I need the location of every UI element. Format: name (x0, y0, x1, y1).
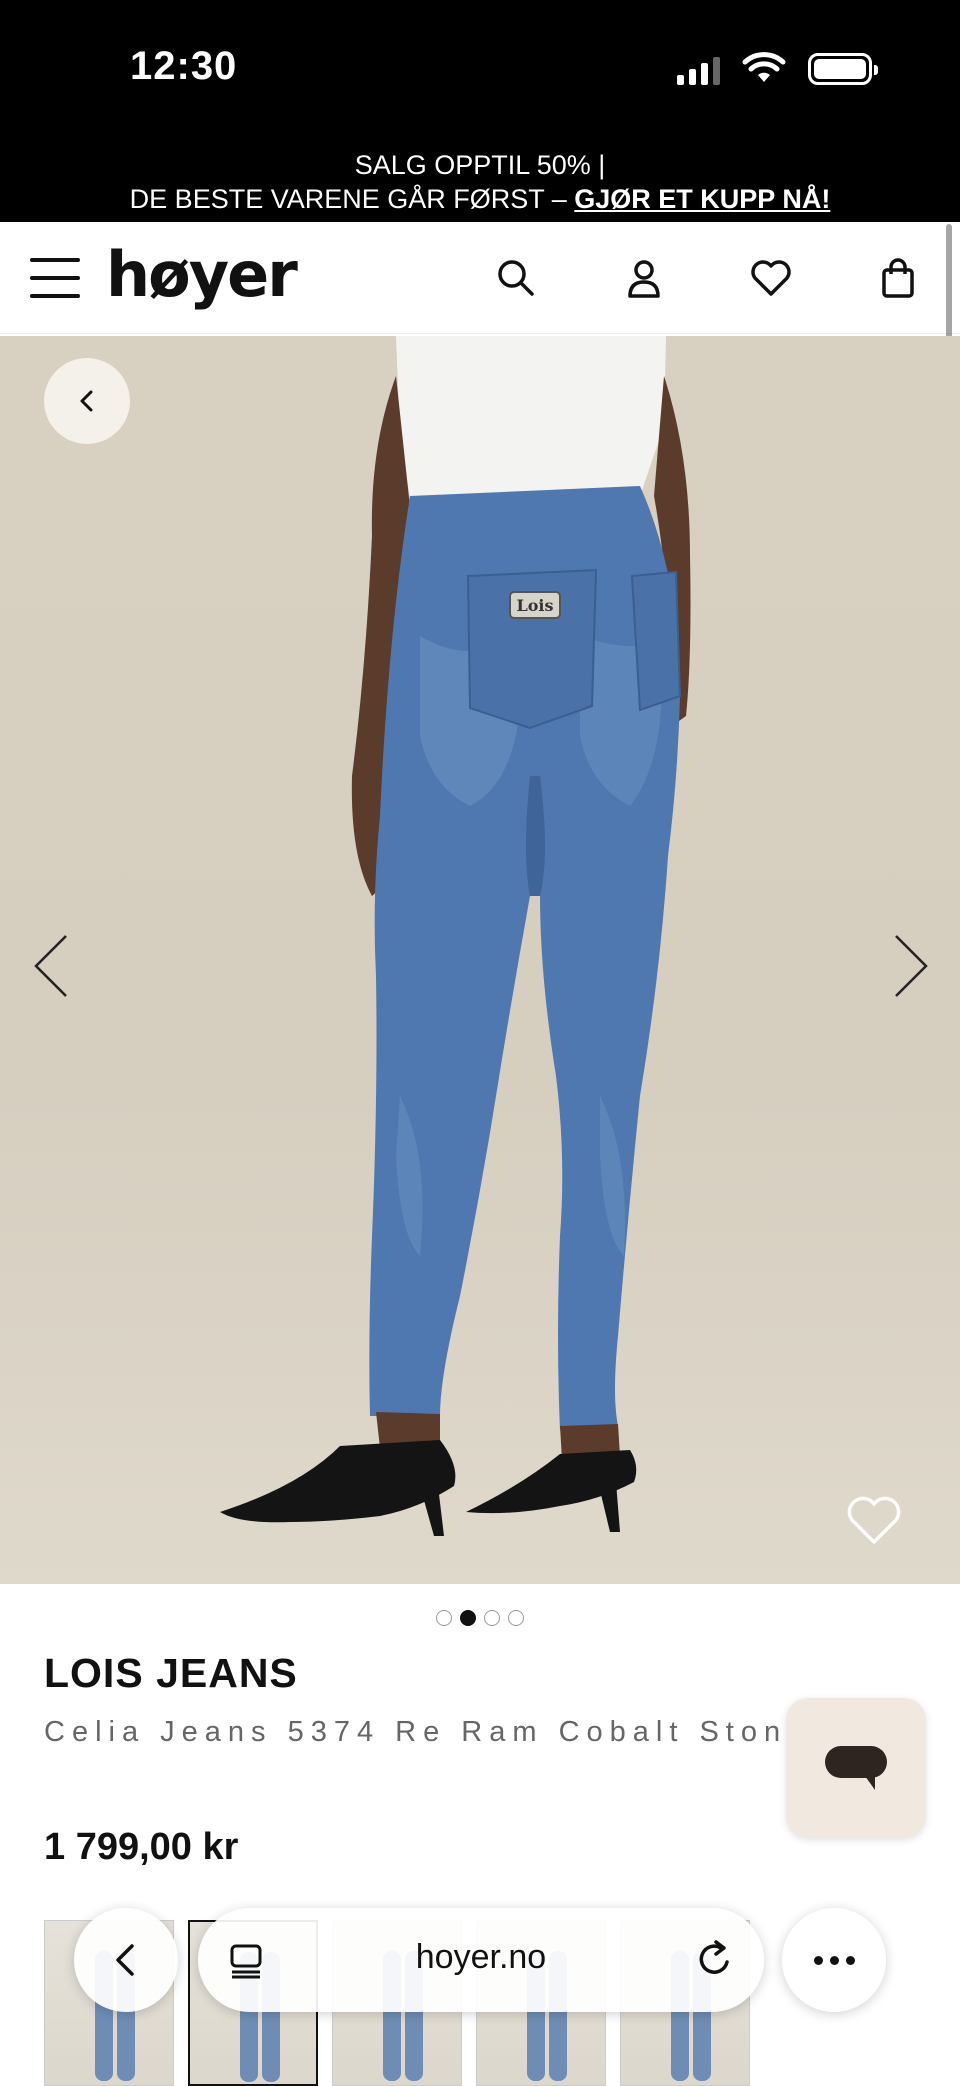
product-image-gallery[interactable]: Lois (0, 336, 960, 1584)
reload-icon[interactable] (694, 1938, 736, 1980)
search-icon[interactable] (494, 256, 538, 300)
heart-icon[interactable] (749, 256, 793, 300)
gallery-prev-arrow[interactable] (30, 926, 82, 1006)
status-time: 12:30 (130, 44, 238, 88)
product-photo: Lois (220, 336, 691, 1536)
chevron-left-icon (34, 935, 67, 997)
promo-banner[interactable]: SALG OPPTIL 50% | DE BESTE VARENE GÅR FØ… (0, 140, 960, 222)
site-header: høyer (0, 222, 960, 334)
cellular-signal-icon (677, 53, 720, 85)
gallery-back-button[interactable] (44, 358, 130, 444)
more-dots-icon (813, 1955, 823, 1965)
product-brand[interactable]: LOIS JEANS (44, 1650, 298, 1697)
status-bar: 12:30 (0, 0, 960, 140)
wishlist-heart-icon[interactable] (846, 1496, 902, 1546)
chat-bubble-icon (825, 1746, 887, 1790)
menu-icon[interactable] (30, 258, 80, 298)
browser-address-bar[interactable]: hoyer.no (198, 1908, 764, 2012)
pocket-patch-text: Lois (516, 596, 553, 615)
status-icons (677, 52, 878, 86)
wifi-icon (742, 52, 786, 82)
promo-line-2-text: DE BESTE VARENE GÅR FØRST – (129, 184, 575, 214)
battery-icon (808, 53, 878, 85)
promo-line-1: SALG OPPTIL 50% | (354, 150, 606, 180)
chevron-right-icon (895, 935, 928, 997)
hoyer-logo[interactable]: høyer (106, 238, 298, 311)
browser-url[interactable]: hoyer.no (198, 1938, 764, 1977)
browser-back-button[interactable] (74, 1908, 178, 2012)
user-icon[interactable] (622, 256, 666, 300)
product-price: 1 799,00 kr (44, 1826, 239, 1868)
chevron-left-icon (116, 1944, 134, 1976)
chevron-left-icon (80, 390, 93, 412)
carousel-dot[interactable] (436, 1610, 452, 1626)
gallery-next-arrow[interactable] (880, 926, 932, 1006)
promo-line-2: DE BESTE VARENE GÅR FØRST – GJØR ET KUPP… (0, 182, 960, 216)
carousel-dot[interactable] (484, 1610, 500, 1626)
carousel-dot[interactable] (508, 1610, 524, 1626)
browser-more-button[interactable] (782, 1908, 886, 2012)
promo-cta-link[interactable]: GJØR ET KUPP NÅ! (574, 184, 830, 214)
shopping-bag-icon[interactable] (876, 256, 920, 300)
carousel-dots (436, 1610, 524, 1626)
carousel-dot-active[interactable] (460, 1610, 476, 1626)
chat-button[interactable] (786, 1698, 926, 1838)
product-name: Celia Jeans 5374 Re Ram Cobalt Stone (44, 1716, 811, 1748)
